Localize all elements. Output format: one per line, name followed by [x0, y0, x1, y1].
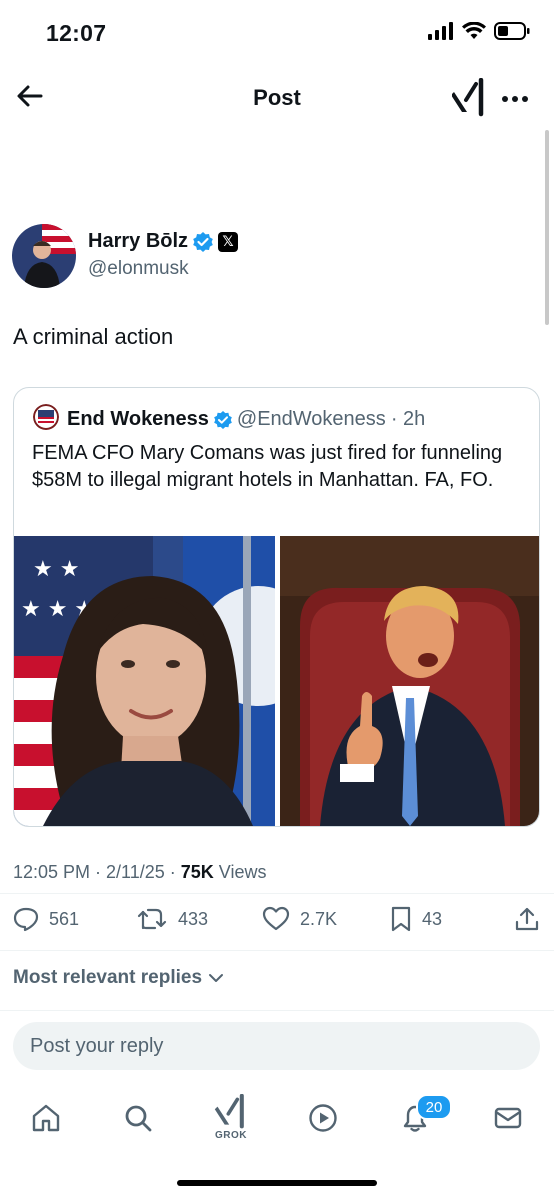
scrollbar[interactable]: [545, 130, 549, 325]
repost-icon: [137, 908, 167, 930]
reply-input-placeholder: Post your reply: [30, 1034, 164, 1057]
views-label: Views: [213, 862, 267, 882]
repost-button[interactable]: 433: [136, 906, 208, 932]
nav-video[interactable]: [303, 1098, 343, 1138]
repost-count: 433: [178, 908, 209, 929]
verified-badge-icon: [214, 410, 232, 429]
like-count: 2.7K: [300, 908, 338, 929]
avatar[interactable]: [12, 224, 76, 288]
divider: [0, 1010, 554, 1011]
more-options-icon[interactable]: [500, 84, 530, 114]
replies-sort-dropdown[interactable]: Most relevant replies: [13, 967, 224, 989]
post-text: A criminal action: [13, 324, 174, 349]
replies-sort-label: Most relevant replies: [13, 967, 203, 988]
nav-grok[interactable]: [211, 1092, 251, 1132]
views-count: 75K: [180, 862, 214, 882]
quoted-post[interactable]: End Wokeness @EndWokeness · 2h FEMA CFO …: [13, 387, 540, 827]
notifications-badge: 20: [416, 1094, 452, 1120]
wifi-icon: [462, 22, 486, 39]
author-name-row[interactable]: Harry Bōlz 𝕏: [88, 230, 239, 253]
verified-badge-icon: [193, 231, 213, 252]
nav-messages[interactable]: [488, 1098, 528, 1138]
author-name[interactable]: Harry Bōlz: [88, 230, 188, 253]
quote-image-left[interactable]: ★ ★ ★ ★ ★: [14, 536, 275, 826]
x-affiliate-badge-icon: 𝕏: [218, 231, 239, 252]
share-icon: [515, 907, 539, 931]
mail-icon: [494, 1107, 522, 1129]
search-icon: [125, 1105, 152, 1132]
status-time: 12:07: [46, 20, 107, 46]
bookmark-button[interactable]: 43: [390, 906, 442, 932]
divider: [0, 950, 554, 951]
share-button[interactable]: [514, 906, 540, 932]
grok-icon: [214, 1094, 244, 1129]
bookmark-count: 43: [422, 908, 443, 929]
reply-button[interactable]: 561: [13, 906, 79, 932]
reply-icon: [13, 907, 39, 932]
home-icon: [32, 1104, 60, 1132]
chevron-down-icon: [209, 974, 224, 982]
grok-logo-icon[interactable]: [452, 78, 486, 118]
home-indicator[interactable]: [177, 1180, 377, 1186]
quote-avatar[interactable]: [33, 404, 59, 430]
quote-author-handle[interactable]: @EndWokeness: [237, 408, 386, 431]
post-timestamp[interactable]: 12:05 PM · 2/11/25 ·: [13, 862, 181, 882]
divider: [0, 893, 554, 894]
post-meta: 12:05 PM · 2/11/25 · 75K Views: [13, 862, 267, 883]
quote-text: FEMA CFO Mary Comans was just fired for …: [32, 442, 503, 491]
bookmark-icon: [391, 906, 411, 932]
svg-text:★ ★: ★ ★: [33, 557, 79, 582]
nav-home[interactable]: [26, 1098, 66, 1138]
quote-time: · 2h: [390, 408, 426, 430]
quote-author-name[interactable]: End Wokeness: [67, 408, 209, 431]
author-handle[interactable]: @elonmusk: [88, 258, 189, 280]
battery-icon: [494, 22, 530, 40]
signal-icon: [428, 22, 453, 40]
reply-input[interactable]: Post your reply: [13, 1022, 540, 1070]
status-icons: [428, 22, 530, 40]
reply-count: 561: [49, 908, 80, 929]
nav-search[interactable]: [118, 1098, 158, 1138]
quote-header: End Wokeness @EndWokeness · 2h: [67, 408, 425, 431]
heart-icon: [262, 906, 290, 931]
play-icon: [309, 1104, 337, 1132]
grok-label: GROK: [215, 1130, 247, 1141]
like-button[interactable]: 2.7K: [262, 906, 337, 932]
quote-image-right[interactable]: [280, 536, 539, 826]
